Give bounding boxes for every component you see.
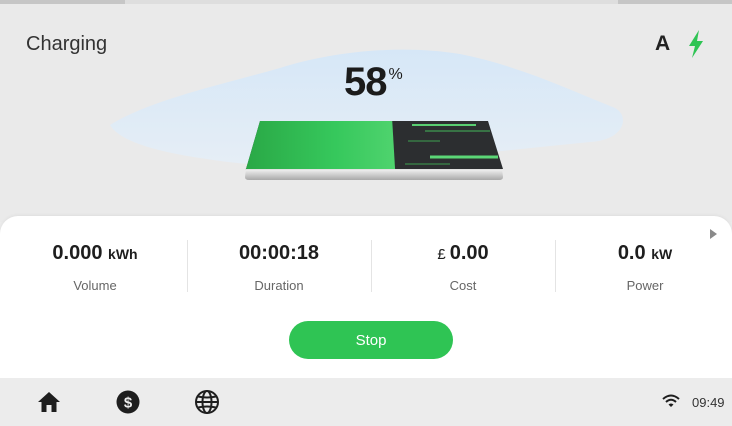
bottom-nav-bar: $ 09:49: [0, 378, 732, 426]
top-progress-line: [0, 0, 732, 4]
stat-volume: 0.000 kWh Volume: [3, 242, 187, 293]
currency-symbol: £: [437, 246, 446, 263]
volume-value: 0.000: [52, 242, 103, 264]
stat-duration: 00:00:18 Duration: [187, 242, 371, 293]
volume-label: Volume: [73, 278, 117, 293]
battery-level-graphic: [245, 121, 503, 180]
duration-value: 00:00:18: [238, 242, 320, 264]
duration-label: Duration: [254, 278, 304, 293]
percent-symbol: %: [388, 66, 403, 83]
stat-power: 0.0 kW Power: [553, 242, 732, 293]
home-icon[interactable]: [36, 389, 62, 415]
cost-value: 0.00: [449, 242, 489, 264]
lightning-bolt-icon: [689, 30, 703, 58]
power-label: Power: [626, 278, 664, 293]
battery-percentage: 58%: [344, 60, 403, 105]
power-value: 0.0: [617, 242, 646, 264]
power-unit: kW: [651, 246, 673, 262]
charging-stats-card: 0.000 kWh Volume 00:00:18 Duration £0.00…: [0, 216, 732, 378]
stop-button[interactable]: Stop: [289, 321, 453, 359]
stat-cost: £0.00 Cost: [371, 242, 555, 293]
dollar-icon[interactable]: $: [115, 389, 141, 415]
battery-percent-value: 58: [344, 60, 387, 104]
connector-label: A: [655, 32, 671, 55]
stat-power-value: 0.0 kW: [553, 242, 732, 265]
stat-cost-value: £0.00: [371, 242, 555, 265]
stat-volume-value: 0.000 kWh: [3, 242, 187, 265]
next-page-arrow-icon[interactable]: [710, 229, 717, 239]
svg-text:$: $: [124, 395, 133, 412]
globe-icon[interactable]: [194, 389, 220, 415]
charging-status-label: Charging: [26, 33, 108, 55]
wifi-icon: [662, 394, 680, 407]
clock-time: 09:49: [692, 395, 725, 410]
cost-label: Cost: [449, 278, 477, 293]
volume-unit: kWh: [108, 246, 138, 262]
charging-status-panel: Charging A 58%: [0, 0, 732, 222]
